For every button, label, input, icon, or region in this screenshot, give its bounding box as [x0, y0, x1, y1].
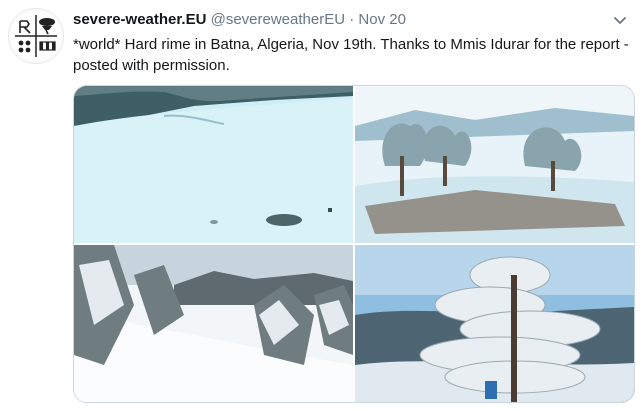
tweet-card[interactable]: severe-weather.EU @severeweatherEU · Nov…: [0, 0, 644, 411]
more-options-button[interactable]: [612, 12, 628, 28]
severe-weather-logo-icon: [15, 15, 57, 57]
separator-dot: ·: [349, 11, 355, 28]
photo-1[interactable]: [74, 86, 353, 243]
chevron-down-icon: [614, 17, 626, 24]
tweet-header: severe-weather.EU @severeweatherEU · Nov…: [73, 10, 593, 32]
tweet-date[interactable]: Nov 20: [358, 11, 406, 28]
tweet-text: *world* Hard rime in Batna, Algeria, Nov…: [73, 36, 629, 74]
display-name[interactable]: severe-weather.EU: [73, 11, 206, 28]
photo-4[interactable]: [355, 245, 634, 402]
user-handle[interactable]: @severeweatherEU: [211, 11, 345, 28]
photo-2[interactable]: [355, 86, 634, 243]
photo-3[interactable]: [74, 245, 353, 402]
avatar[interactable]: [8, 8, 64, 64]
media-grid: [73, 85, 635, 403]
